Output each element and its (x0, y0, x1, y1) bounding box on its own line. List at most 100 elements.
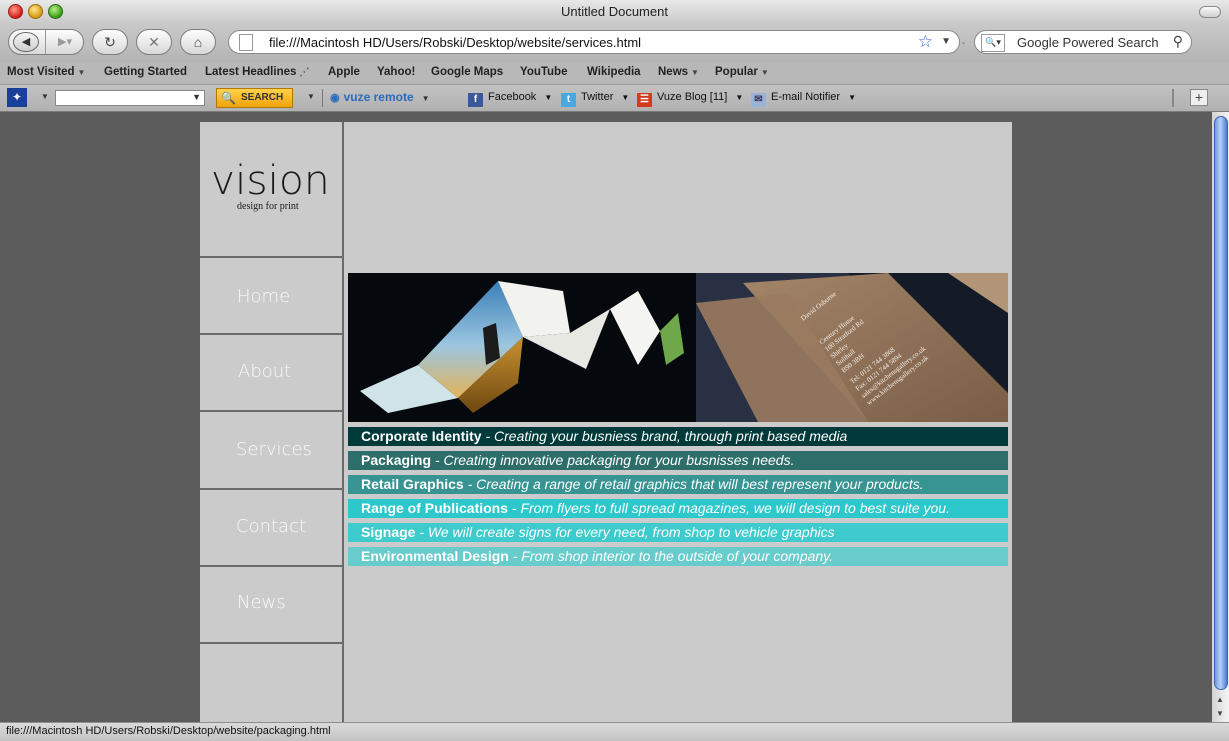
bookmark-label: Getting Started (104, 66, 188, 78)
search-engine-icon[interactable]: 🔍▾ (981, 34, 1005, 52)
main-content: David Osborne Century House 100 Stratfor… (344, 122, 1012, 722)
bookmark-most-visited[interactable]: Most Visited ▼ (7, 66, 85, 78)
service-environmental-design[interactable]: Environmental Design - From shop interio… (348, 547, 1008, 566)
nav-services[interactable]: Services (200, 412, 342, 490)
email-notifier-button[interactable]: ✉ E-mail Notifier ▼ (751, 91, 856, 107)
reload-icon: ↻ (104, 34, 116, 50)
bookmark-label: Most Visited (7, 66, 75, 78)
back-button[interactable]: ◀ (13, 32, 39, 52)
nav-contact[interactable]: Contact (200, 490, 342, 567)
service-name: Environmental Design (361, 548, 509, 564)
dropdown-arrow-icon: ▼ (621, 93, 630, 102)
vuze-blog-button[interactable]: ☰ Vuze Blog [11] ▼ (637, 91, 743, 107)
search-placeholder: Google Powered Search (1017, 35, 1159, 50)
toolbar-grip[interactable] (1172, 89, 1174, 107)
stop-icon: ✕ (148, 34, 160, 50)
bookmark-popular[interactable]: Popular ▼ (715, 66, 769, 78)
toolbar-divider (322, 89, 323, 107)
stop-button[interactable]: ✕ (136, 29, 172, 55)
navigation-toolbar: ◀ ▶▾ ↻ ✕ ⌂ file:///Macintosh HD/Users/Ro… (0, 24, 1229, 62)
vertical-scrollbar[interactable]: ▲ ▼ (1212, 112, 1229, 722)
dropdown-arrow-icon: ▼ (848, 93, 856, 102)
dropdown-arrow-icon: ▼ (77, 68, 86, 77)
bookmark-label: Wikipedia (587, 66, 641, 78)
dropdown-arrow-icon: ▼ (760, 68, 769, 77)
nav-label: Services (236, 439, 312, 460)
back-forward-divider (45, 30, 46, 54)
status-text: file:///Macintosh HD/Users/Robski/Deskto… (6, 725, 331, 737)
reload-button[interactable]: ↻ (92, 29, 128, 55)
title-bar: Untitled Document (0, 0, 1229, 24)
url-history-dropdown-icon[interactable]: ▼ (941, 36, 951, 47)
service-signage[interactable]: Signage - We will create signs for every… (348, 523, 1008, 542)
scroll-up-arrow-icon[interactable]: ▲ (1216, 695, 1224, 704)
twitter-icon: t (561, 93, 576, 107)
service-name: Packaging (361, 452, 432, 468)
facebook-button[interactable]: f Facebook ▼ (468, 91, 552, 107)
bookmark-yahoo[interactable]: Yahoo! (377, 66, 415, 78)
bookmark-latest-headlines[interactable]: Latest Headlines ⋰ (205, 66, 309, 78)
toolbar-search-button[interactable]: 🔍 SEARCH (216, 88, 293, 108)
bookmark-star-icon[interactable]: ☆ (918, 32, 933, 52)
scroll-down-arrow-icon[interactable]: ▼ (1216, 709, 1224, 718)
dropdown-arrow-icon: ▼ (735, 93, 744, 102)
site-tagline: design for print (237, 201, 299, 212)
vuze-blog-label: Vuze Blog [11] (657, 91, 728, 103)
forward-arrow-icon: ▶▾ (58, 36, 72, 48)
toolbar-search-input[interactable]: ▼ (55, 90, 205, 106)
window-title: Untitled Document (561, 4, 668, 19)
magnifier-icon[interactable]: ⚲ (1173, 33, 1183, 50)
nav-home[interactable]: Home (200, 258, 342, 335)
service-description: - We will create signs for every need, f… (415, 524, 835, 540)
scrollbar-thumb[interactable] (1214, 116, 1228, 690)
search-options-arrow-icon[interactable]: ▼ (307, 92, 315, 101)
twitter-label: Twitter (581, 91, 614, 103)
search-box[interactable]: 🔍▾ Google Powered Search ⚲ (974, 30, 1192, 54)
nav-about[interactable]: About (200, 335, 342, 412)
forward-button[interactable]: ▶▾ (49, 30, 81, 54)
service-packaging[interactable]: Packaging - Creating innovative packagin… (348, 451, 1008, 470)
bookmark-label: Google Maps (431, 66, 504, 78)
toolbar-toggle-button[interactable] (1199, 6, 1221, 18)
nav-label: News (237, 592, 286, 613)
vuze-remote-button[interactable]: ◉ vuze remote ▼ (330, 90, 430, 104)
addon-toolbar: ✦ ▼ ▼ 🔍 SEARCH ▼ ◉ vuze remote ▼ f Facebook ▼… (0, 85, 1229, 112)
logo-block[interactable]: vision design for print (200, 122, 342, 258)
service-description: - Creating a range of retail graphics th… (463, 476, 924, 492)
service-retail-graphics[interactable]: Retail Graphics - Creating a range of re… (348, 475, 1008, 494)
service-range-of-publications[interactable]: Range of Publications - From flyers to f… (348, 499, 1008, 518)
bookmark-label: Apple (328, 66, 360, 78)
services-banner-image: David Osborne Century House 100 Stratfor… (348, 273, 1008, 422)
search-button-label: SEARCH (241, 92, 284, 103)
url-text[interactable]: file:///Macintosh HD/Users/Robski/Deskto… (269, 35, 641, 50)
bookmark-news[interactable]: News ▼ (658, 66, 699, 78)
bookmark-youtube[interactable]: YouTube (520, 66, 567, 78)
page-icon (239, 34, 253, 51)
bookmark-google-maps[interactable]: Google Maps (431, 66, 503, 78)
bookmark-label: Popular (715, 66, 758, 78)
toolbar-separator: - (962, 38, 966, 49)
status-bar: file:///Macintosh HD/Users/Robski/Deskto… (0, 722, 1229, 741)
facebook-icon: f (468, 93, 483, 107)
add-toolbar-item-button[interactable]: + (1190, 89, 1208, 106)
bookmark-apple[interactable]: Apple (328, 66, 360, 78)
bookmark-label: News (658, 66, 689, 78)
address-bar[interactable]: file:///Macintosh HD/Users/Robski/Deskto… (228, 30, 960, 54)
rss-icon: ⋰ (299, 67, 310, 78)
toolbar-logo-icon[interactable]: ✦ (7, 88, 27, 107)
service-description: - Creating innovative packaging for your… (431, 452, 795, 468)
search-icon: 🔍 (221, 91, 236, 105)
vuze-remote-label: vuze remote (343, 90, 414, 104)
bookmark-wikipedia[interactable]: Wikipedia (587, 66, 641, 78)
nav-news[interactable]: News (200, 567, 342, 644)
bookmark-getting-started[interactable]: Getting Started (104, 66, 187, 78)
service-corporate-identity[interactable]: Corporate Identity - Creating your busni… (348, 427, 1008, 446)
twitter-button[interactable]: t Twitter ▼ (561, 91, 629, 107)
service-name: Range of Publications (361, 500, 509, 516)
rss-feed-icon: ☰ (637, 93, 652, 107)
nav-label: Home (237, 286, 291, 307)
input-dropdown-icon[interactable]: ▼ (192, 92, 201, 102)
toolbar-menu-arrow-icon[interactable]: ▼ (41, 92, 49, 101)
home-button[interactable]: ⌂ (180, 29, 216, 55)
facebook-label: Facebook (488, 91, 537, 103)
